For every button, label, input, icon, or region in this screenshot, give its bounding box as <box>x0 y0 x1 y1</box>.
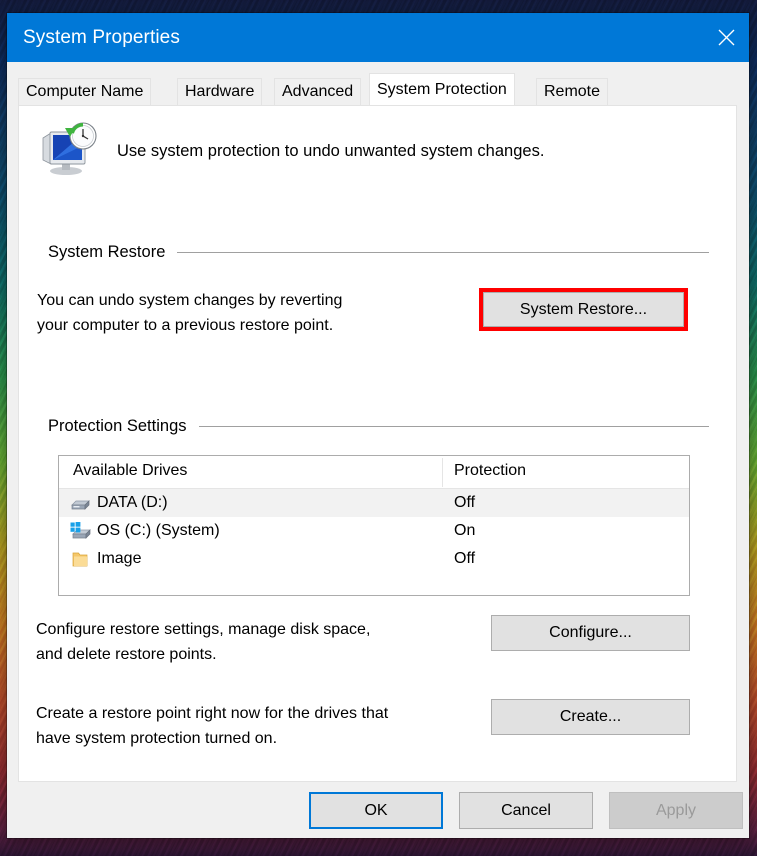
system-restore-description: You can undo system changes by reverting… <box>37 292 343 334</box>
create-description: Create a restore point right now for the… <box>36 705 389 747</box>
system-restore-button[interactable]: System Restore... <box>483 292 684 327</box>
drive-name: DATA (D:) <box>97 494 168 511</box>
close-icon[interactable] <box>703 13 749 62</box>
tab-hardware[interactable]: Hardware <box>177 78 263 105</box>
system-drive-icon <box>70 521 91 542</box>
available-drives-list[interactable]: Available Drives Protection DATA (D:) Of… <box>58 455 690 596</box>
drive-protection-status: Off <box>454 550 476 567</box>
group-system-restore-label: System Restore <box>48 243 166 261</box>
column-header-protection[interactable]: Protection <box>454 462 526 480</box>
group-separator-rule <box>177 252 709 253</box>
tab-remote[interactable]: Remote <box>536 78 609 105</box>
tab-system-protection[interactable]: System Protection <box>369 73 515 105</box>
table-row[interactable]: OS (C:) (System) On <box>59 517 689 545</box>
drive-name: Image <box>97 550 142 567</box>
ok-button[interactable]: OK <box>309 792 443 829</box>
column-divider[interactable] <box>442 458 443 487</box>
column-header-available-drives[interactable]: Available Drives <box>73 462 187 480</box>
system-protection-tab-panel: Use system protection to undo unwanted s… <box>18 105 737 782</box>
drive-name: OS (C:) (System) <box>97 522 220 539</box>
group-protection-settings: Protection Settings <box>48 417 709 436</box>
panel-header-text: Use system protection to undo unwanted s… <box>117 142 545 160</box>
configure-description: Configure restore settings, manage disk … <box>36 621 371 663</box>
group-system-restore: System Restore <box>48 243 709 262</box>
window-title: System Properties <box>23 26 180 48</box>
system-properties-window: System Properties Computer Name Hardware… <box>7 13 749 838</box>
tab-computer-name[interactable]: Computer Name <box>18 78 152 105</box>
apply-button: Apply <box>609 792 743 829</box>
cancel-button[interactable]: Cancel <box>459 792 593 829</box>
drives-list-header: Available Drives Protection <box>59 456 689 489</box>
tabstrip: Computer Name Hardware Advanced System P… <box>18 71 738 105</box>
configure-button[interactable]: Configure... <box>491 615 690 651</box>
panel-header: Use system protection to undo unwanted s… <box>39 120 544 183</box>
group-separator-rule-2 <box>198 426 709 427</box>
table-row[interactable]: DATA (D:) Off <box>59 489 689 517</box>
table-row[interactable]: Image Off <box>59 545 689 573</box>
group-protection-settings-label: Protection Settings <box>48 417 187 435</box>
tab-advanced[interactable]: Advanced <box>274 78 362 105</box>
drive-protection-status: Off <box>454 494 476 511</box>
dialog-button-bar: OK Cancel Apply <box>7 782 749 838</box>
window-titlebar: System Properties <box>7 13 749 62</box>
drive-protection-status: On <box>454 522 476 539</box>
create-button[interactable]: Create... <box>491 699 690 735</box>
folder-icon <box>70 549 91 570</box>
system-restore-icon <box>39 120 99 183</box>
hard-drive-icon <box>70 493 91 514</box>
